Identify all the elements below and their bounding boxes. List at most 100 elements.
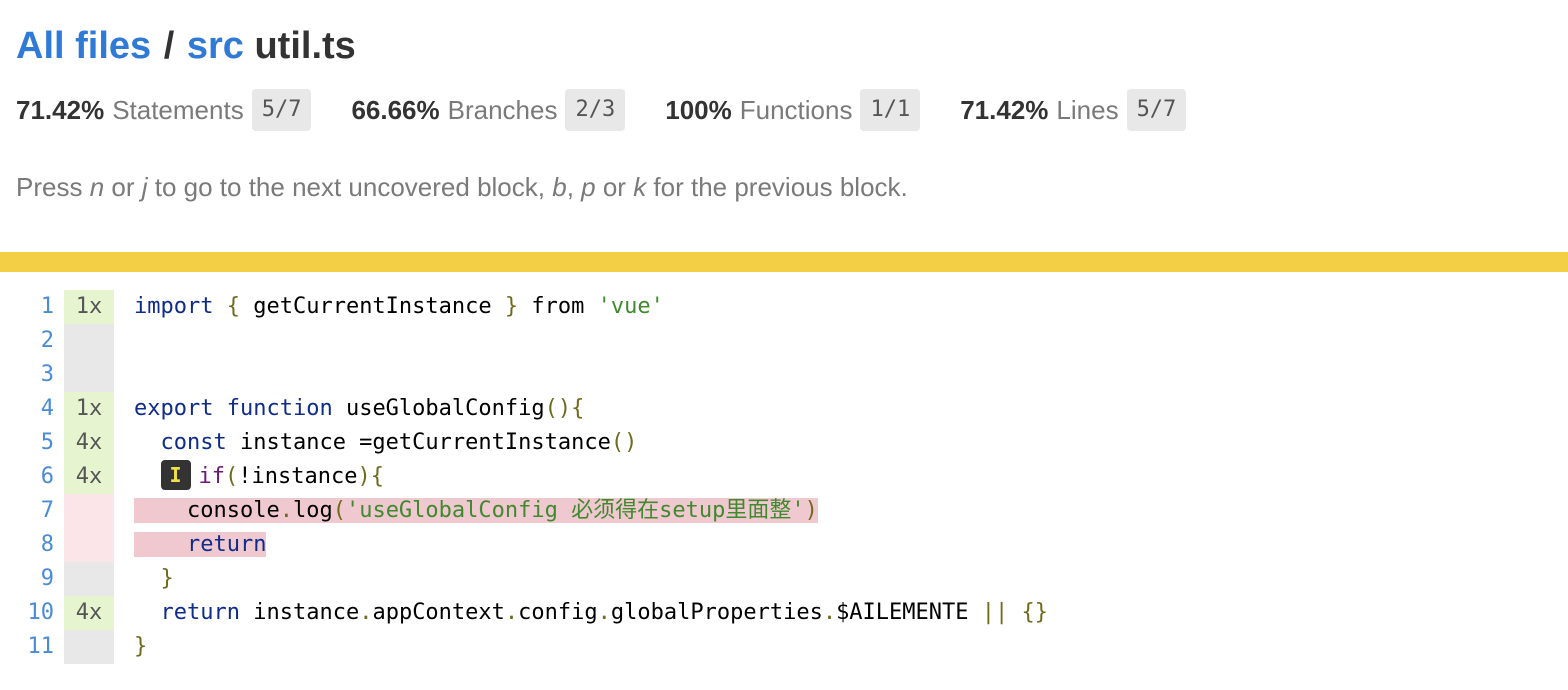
code-token: } (504, 294, 519, 319)
stat-functions-label: Functions (739, 94, 853, 125)
hit-count (64, 494, 114, 528)
hit-count (64, 358, 114, 392)
line-number-link[interactable]: 9 (0, 562, 64, 596)
code-token: } (134, 634, 148, 659)
code-text: const instance =getCurrentInstance() (114, 426, 638, 460)
code-token: ) (804, 498, 818, 523)
keyboard-hint: Press n or j to go to the next uncovered… (16, 172, 908, 203)
uncovered-code: return (134, 532, 267, 557)
hint-key-k: k (633, 172, 647, 202)
code-token: getCurrentInstance (239, 294, 505, 319)
line-number-link[interactable]: 6 (0, 460, 64, 494)
hint-text: , (566, 172, 582, 202)
stat-branches-label: Branches (447, 94, 558, 125)
code-token: const (160, 430, 227, 455)
code-line-6: 6 4x Iif(!instance){ (0, 460, 1048, 494)
code-line-3: 3 (0, 358, 1048, 392)
code-token: } (160, 566, 174, 591)
code-line-4: 4 1x export function useGlobalConfig(){ (0, 392, 1048, 426)
page-header: All files / src util.ts (16, 22, 1552, 70)
code-token: ( (225, 464, 239, 489)
code-line-5: 5 4x const instance =getCurrentInstance(… (0, 426, 1048, 460)
code-token: console (186, 498, 280, 523)
code-text: } (114, 562, 174, 596)
stat-branches-pct: 66.66% (351, 94, 440, 125)
code-token: config (518, 600, 598, 625)
hit-count (64, 562, 114, 596)
code-line-9: 9 } (0, 562, 1048, 596)
code-text: } (114, 630, 147, 664)
hit-count: 1x (64, 392, 114, 426)
line-number-link[interactable]: 5 (0, 426, 64, 460)
code-token: () (610, 430, 638, 455)
code-line-2: 2 (0, 324, 1048, 358)
hit-count: 4x (64, 426, 114, 460)
code-token: 'useGlobalConfig 必须得在setup里面整' (345, 498, 805, 523)
stat-lines: 71.42% Lines 5/7 (960, 89, 1187, 131)
stat-lines-label: Lines (1056, 94, 1119, 125)
hint-text: for the previous block. (646, 172, 908, 202)
stat-statements-fraction: 5/7 (251, 89, 312, 131)
line-number-link[interactable]: 8 (0, 528, 64, 562)
code-text: console.log('useGlobalConfig 必须得在setup里面… (114, 494, 818, 528)
code-token: globalProperties (610, 600, 823, 625)
code-token: (){ (544, 396, 585, 421)
code-token: return (186, 532, 267, 557)
hint-key-p: p (581, 172, 596, 202)
stat-statements: 71.42% Statements 5/7 (16, 89, 312, 131)
code-token: . (822, 600, 837, 625)
code-token: { (226, 294, 240, 319)
hint-text: or (595, 172, 634, 202)
code-token: appContext (372, 600, 505, 625)
line-number-link[interactable]: 11 (0, 630, 64, 664)
line-number-link[interactable]: 1 (0, 290, 64, 324)
hint-key-b: b (552, 172, 567, 202)
line-number-link[interactable]: 4 (0, 392, 64, 426)
hit-count (64, 630, 114, 664)
hit-count: 4x (64, 460, 114, 494)
breadcrumb-separator: / (163, 25, 175, 67)
breadcrumb: All files / src util.ts (16, 22, 1552, 70)
code-token: . (504, 600, 519, 625)
breadcrumb-all-files-link[interactable]: All files (16, 25, 151, 67)
uncovered-code: console.log('useGlobalConfig 必须得在setup里面… (134, 498, 818, 523)
code-text: return (114, 528, 267, 562)
code-line-11: 11 } (0, 630, 1048, 664)
code-line-7: 7 console.log('useGlobalConfig 必须得在setup… (0, 494, 1048, 528)
line-number-link[interactable]: 10 (0, 596, 64, 630)
code-text: import { getCurrentInstance } from 'vue' (114, 290, 664, 324)
source-code-view: 1 1x import { getCurrentInstance } from … (0, 290, 1048, 664)
stat-branches: 66.66% Branches 2/3 (351, 89, 626, 131)
line-number-link[interactable]: 7 (0, 494, 64, 528)
breadcrumb-src-link[interactable]: src (187, 25, 244, 67)
hint-text: or (104, 172, 142, 202)
hit-count (64, 324, 114, 358)
code-text: return instance.appContext.config.global… (114, 596, 1049, 630)
code-token: {} (1008, 600, 1049, 625)
code-token: useGlobalConfig (332, 396, 545, 421)
code-text: Iif(!instance){ (114, 460, 384, 494)
hit-count: 1x (64, 290, 114, 324)
line-number-link[interactable]: 2 (0, 324, 64, 358)
coverage-status-bar (0, 252, 1568, 272)
code-token: log (292, 498, 333, 523)
code-token: . (597, 600, 611, 625)
code-text: export function useGlobalConfig(){ (114, 392, 584, 426)
line-number-link[interactable]: 3 (0, 358, 64, 392)
code-line-10: 10 4x return instance.appContext.config.… (0, 596, 1048, 630)
code-token: || (981, 600, 1009, 625)
stat-lines-fraction: 5/7 (1126, 89, 1187, 131)
hint-text: Press (16, 172, 90, 202)
stat-functions-pct: 100% (665, 94, 732, 125)
stat-branches-fraction: 2/3 (565, 89, 626, 131)
stat-statements-label: Statements (112, 94, 244, 125)
code-token: if (198, 464, 226, 489)
if-path-not-taken-badge: I (160, 460, 191, 490)
code-token: function (226, 396, 333, 421)
code-token: 'vue' (597, 294, 664, 319)
stat-functions-fraction: 1/1 (860, 89, 921, 131)
code-token: ( (332, 498, 346, 523)
code-token: instance (239, 600, 360, 625)
